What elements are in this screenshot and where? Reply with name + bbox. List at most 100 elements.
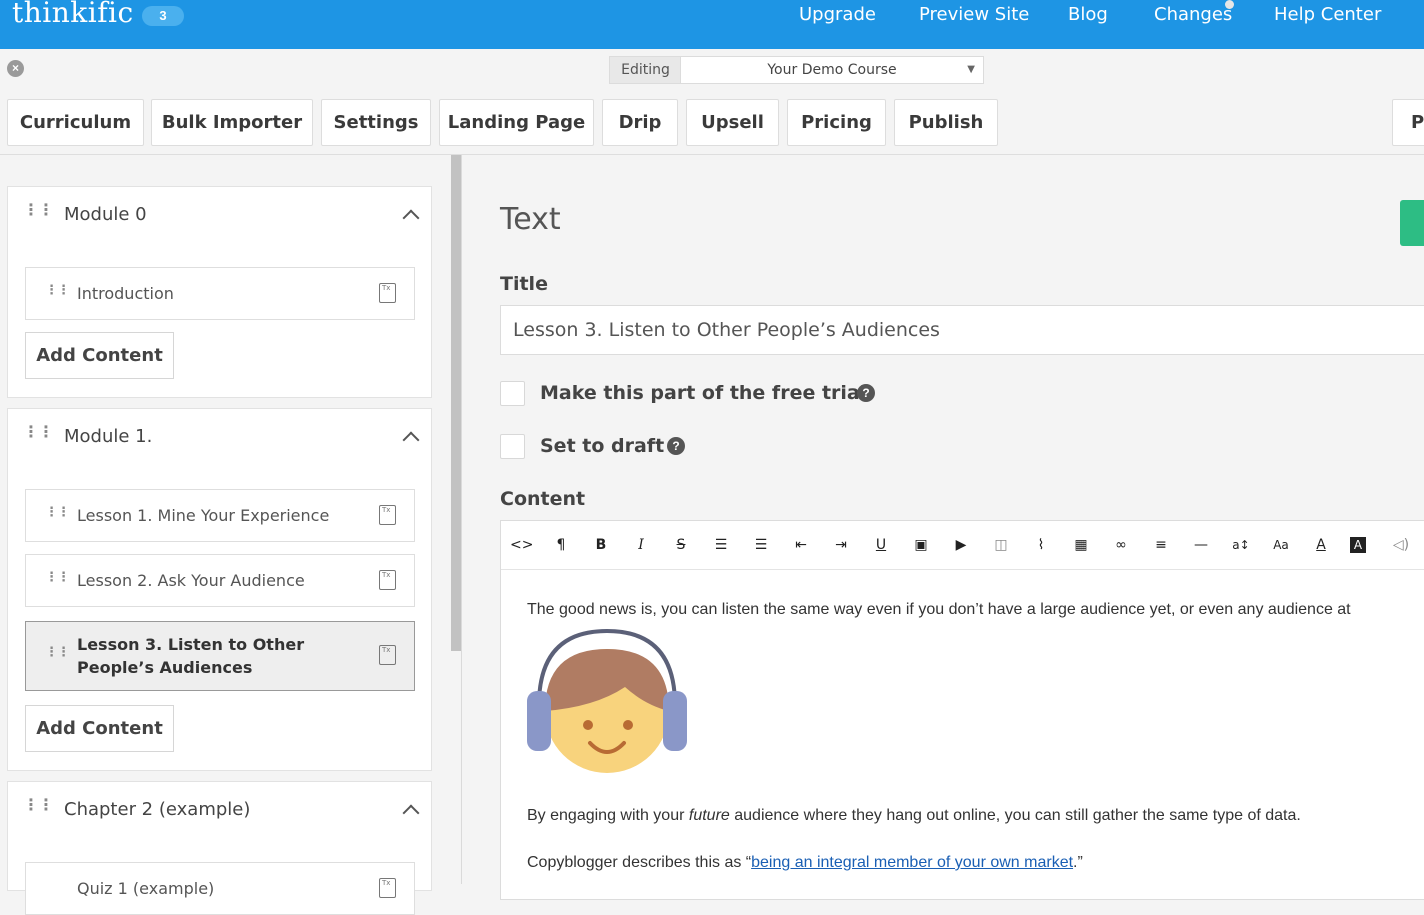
- bold-icon[interactable]: B: [590, 535, 612, 555]
- drag-handle-icon[interactable]: ⋮⋮: [45, 283, 70, 296]
- course-select[interactable]: Your Demo Course ▼: [680, 56, 984, 84]
- text-document-icon: Tx: [379, 645, 396, 665]
- font-size-icon[interactable]: a↕: [1230, 535, 1252, 555]
- nav-preview-site[interactable]: Preview Site: [919, 4, 1029, 25]
- paragraph-text: audience where they hang out online, you…: [729, 807, 1301, 824]
- font-family-icon[interactable]: Aa: [1270, 535, 1292, 555]
- lesson-label: Introduction: [77, 284, 174, 303]
- drag-handle-icon[interactable]: ⋮⋮: [23, 798, 54, 814]
- lesson-item[interactable]: ⋮⋮ Lesson 2. Ask Your Audience Tx: [25, 554, 415, 607]
- editing-label: Editing: [609, 56, 681, 84]
- lesson-label: Quiz 1 (example): [77, 879, 215, 898]
- help-icon[interactable]: ?: [667, 437, 685, 455]
- lesson-item-active[interactable]: ⋮⋮ Lesson 3. Listen to Other People’s Au…: [25, 621, 415, 691]
- lesson-item[interactable]: ⋮⋮ Introduction Tx: [25, 267, 415, 320]
- lesson-item[interactable]: ⋮⋮ Lesson 1. Mine Your Experience Tx: [25, 489, 415, 542]
- drag-handle-icon[interactable]: ⋮⋮: [23, 425, 54, 441]
- close-icon[interactable]: ×: [7, 60, 24, 77]
- attachment-icon[interactable]: ⌇: [1030, 535, 1052, 555]
- content-paragraph[interactable]: By engaging with your future audience wh…: [527, 807, 1301, 825]
- draft-label[interactable]: Set to draft: [540, 435, 664, 457]
- italic-icon[interactable]: I: [630, 535, 652, 555]
- font-color-icon[interactable]: A: [1310, 535, 1332, 555]
- content-link[interactable]: being an integral member of your own mar…: [751, 854, 1073, 871]
- text-document-icon: Tx: [379, 283, 396, 303]
- course-select-value: Your Demo Course: [767, 62, 897, 78]
- background-color-icon[interactable]: A: [1350, 537, 1366, 553]
- paragraph-icon[interactable]: ¶: [550, 535, 572, 555]
- title-input[interactable]: Lesson 3. Listen to Other People’s Audie…: [500, 305, 1424, 355]
- chevron-up-icon[interactable]: [402, 209, 420, 227]
- drag-handle-icon[interactable]: ⋮⋮: [45, 570, 70, 583]
- nav-blog[interactable]: Blog: [1068, 4, 1108, 25]
- tab-settings[interactable]: Settings: [321, 99, 431, 146]
- tab-upsell[interactable]: Upsell: [686, 99, 779, 146]
- bulleted-list-icon[interactable]: ☰: [710, 535, 732, 555]
- underline-icon[interactable]: U: [870, 535, 892, 555]
- tab-overflow[interactable]: Pr: [1392, 99, 1424, 146]
- module-title[interactable]: Module 1.: [64, 426, 152, 447]
- strikethrough-icon[interactable]: S: [670, 535, 692, 555]
- chevron-down-icon: ▼: [967, 64, 975, 75]
- title-label: Title: [500, 273, 548, 295]
- content-label: Content: [500, 488, 586, 510]
- numbered-list-icon[interactable]: ☰: [750, 535, 772, 555]
- tab-curriculum[interactable]: Curriculum: [7, 99, 144, 146]
- lesson-item[interactable]: Quiz 1 (example) Tx: [25, 862, 415, 915]
- text-document-icon: Tx: [379, 570, 396, 590]
- editor-toolbar: <> ¶ B I S ☰ ☰ ⇤ ⇥ U ▣ ▶ ◫ ⌇ ▦ ∞ ≡ — a↕ …: [501, 521, 1424, 570]
- nav-upgrade[interactable]: Upgrade: [799, 4, 876, 25]
- drag-handle-icon[interactable]: ⋮⋮: [45, 505, 70, 518]
- camera-icon[interactable]: ◫: [990, 535, 1012, 555]
- link-icon[interactable]: ∞: [1110, 535, 1132, 555]
- lesson-label: Lesson 3. Listen to Other People’s Audie…: [77, 635, 305, 677]
- tab-pricing[interactable]: Pricing: [787, 99, 886, 146]
- help-icon[interactable]: ?: [857, 384, 875, 402]
- align-icon[interactable]: ≡: [1150, 535, 1172, 555]
- lesson-label: Lesson 2. Ask Your Audience: [77, 571, 305, 590]
- rich-text-editor[interactable]: <> ¶ B I S ☰ ☰ ⇤ ⇥ U ▣ ▶ ◫ ⌇ ▦ ∞ ≡ — a↕ …: [500, 520, 1424, 900]
- image-icon[interactable]: ▣: [910, 535, 932, 555]
- free-trial-label[interactable]: Make this part of the free trial: [540, 382, 866, 404]
- drag-handle-icon[interactable]: ⋮⋮: [23, 203, 54, 219]
- headphones-face-image: [527, 628, 687, 773]
- tab-bulk-importer[interactable]: Bulk Importer: [151, 99, 313, 146]
- save-button[interactable]: [1400, 200, 1424, 246]
- chevron-up-icon[interactable]: [402, 431, 420, 449]
- tab-drip[interactable]: Drip: [602, 99, 678, 146]
- nav-help-center[interactable]: Help Center: [1274, 4, 1381, 25]
- module-title[interactable]: Chapter 2 (example): [64, 799, 250, 820]
- logo[interactable]: thinkific: [12, 0, 134, 29]
- video-icon[interactable]: ▶: [950, 535, 972, 555]
- add-content-button[interactable]: Add Content: [25, 705, 174, 752]
- top-nav: thinkific 3 Upgrade Preview Site Blog Ch…: [0, 0, 1424, 49]
- page-title: Text: [500, 202, 561, 237]
- content-paragraph[interactable]: The good news is, you can listen the sam…: [527, 601, 1351, 619]
- changes-dot: [1225, 0, 1234, 9]
- draft-checkbox[interactable]: [500, 434, 525, 459]
- content-paragraph[interactable]: Copyblogger describes this as “being an …: [527, 854, 1083, 872]
- table-icon[interactable]: ▦: [1070, 535, 1092, 555]
- chevron-up-icon[interactable]: [402, 804, 420, 822]
- code-view-icon[interactable]: <>: [510, 535, 533, 555]
- tab-publish[interactable]: Publish: [894, 99, 998, 146]
- horizontal-rule-icon[interactable]: —: [1190, 535, 1212, 555]
- sidebar-scrollbar[interactable]: [451, 155, 461, 651]
- indent-icon[interactable]: ⇥: [830, 535, 852, 555]
- text-document-icon: Tx: [379, 505, 396, 525]
- nav-changes[interactable]: Changes: [1154, 4, 1232, 25]
- module-title[interactable]: Module 0: [64, 204, 147, 225]
- drag-handle-icon[interactable]: ⋮⋮: [45, 645, 70, 658]
- outdent-icon[interactable]: ⇤: [790, 535, 812, 555]
- tab-landing-page[interactable]: Landing Page: [439, 99, 594, 146]
- paragraph-emphasis: future: [688, 807, 730, 824]
- module-card: ⋮⋮ Chapter 2 (example) Quiz 1 (example) …: [7, 781, 432, 915]
- paragraph-text: .”: [1073, 854, 1083, 871]
- free-trial-checkbox[interactable]: [500, 381, 525, 406]
- quiz-icon: Tx: [379, 878, 396, 898]
- audio-icon[interactable]: ◁): [1390, 535, 1412, 555]
- add-content-button[interactable]: Add Content: [25, 332, 174, 379]
- notification-badge[interactable]: 3: [142, 6, 184, 26]
- lesson-label: Lesson 1. Mine Your Experience: [77, 506, 330, 525]
- module-card: ⋮⋮ Module 0 ⋮⋮ Introduction Tx Add Conte…: [7, 186, 432, 398]
